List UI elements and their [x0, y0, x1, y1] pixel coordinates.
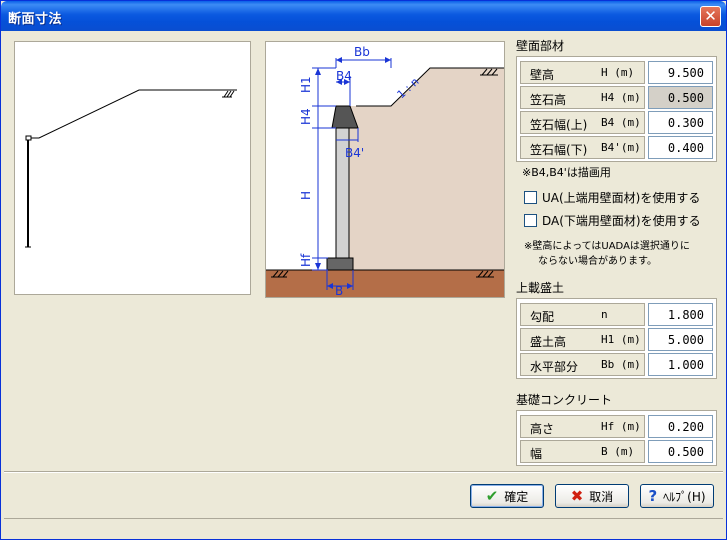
coping-width-top-field[interactable]: 0.300: [648, 111, 713, 134]
coping-width-top-label: 笠石幅(上) B4 (m): [520, 111, 645, 134]
footer-separator: [4, 471, 723, 473]
coping-width-bottom-row: 笠石幅(下) B4'(m) 0.400: [520, 135, 713, 160]
slope-row: 勾配 n 1.800: [520, 302, 713, 327]
ua-checkbox-row[interactable]: UA(上端用壁面材)を使用する: [524, 189, 700, 206]
ua-checkbox-label: UA(上端用壁面材)を使用する: [542, 191, 701, 205]
foundation-width-label: 幅 B (m): [520, 440, 645, 463]
dimension-diagram: Bb B4 1 : n H1 H4 B4' H Hf B: [266, 45, 504, 298]
dialog-window: 断面寸法 ✕ Bb B4 1: n H1 H4 B4' H Hf B 壁面部材…: [0, 0, 727, 540]
ok-button-label: 確定: [504, 489, 529, 504]
horizontal-part-label: 水平部分 Bb (m): [520, 353, 645, 376]
help-button[interactable]: ? ﾍﾙﾌﾟ(H): [640, 484, 714, 508]
fill-group: 勾配 n 1.800 盛土高 H1 (m) 5.000 水平部分 Bb (m) …: [516, 298, 717, 379]
cross-icon: ✖: [570, 487, 584, 505]
uada-note-line2: ならない場合があります。: [538, 256, 657, 267]
section-preview-panel: [14, 41, 251, 295]
coping-height-row: 笠石高 H4 (m) 0.500: [520, 85, 713, 110]
diagram-label-hf: Hf: [299, 253, 313, 267]
wall-height-field[interactable]: 9.500: [648, 61, 713, 84]
title-bar: 断面寸法 ✕: [1, 1, 726, 31]
slope-field[interactable]: 1.800: [648, 303, 713, 326]
client-area: Bb B4 1 : n H1 H4 B4' H Hf B 壁面部材 壁高 H (…: [4, 31, 723, 538]
da-checkbox-row[interactable]: DA(下端用壁面材)を使用する: [524, 212, 701, 229]
foundation-group: 高さ Hf (m) 0.200 幅 B (m) 0.500: [516, 410, 717, 466]
diagram-label-b: B: [335, 284, 343, 297]
help-button-label: ﾍﾙﾌﾟ(H): [663, 489, 706, 504]
cancel-button[interactable]: ✖ 取消: [555, 484, 629, 508]
window-title: 断面寸法: [8, 12, 63, 27]
ok-button[interactable]: ✔ 確定: [470, 484, 544, 508]
fill-height-label: 盛土高 H1 (m): [520, 328, 645, 351]
wall-section-title: 壁面部材: [516, 39, 565, 53]
question-icon: ?: [648, 487, 658, 505]
dimension-diagram-panel: Bb B4 1 : n H1 H4 B4' H Hf B: [265, 41, 505, 298]
da-checkbox-label: DA(下端用壁面材)を使用する: [542, 214, 701, 228]
check-icon: ✔: [485, 487, 499, 505]
status-bar: [4, 518, 723, 538]
foundation-height-row: 高さ Hf (m) 0.200: [520, 414, 713, 439]
coping-width-top-row: 笠石幅(上) B4 (m) 0.300: [520, 110, 713, 135]
diagram-label-b4-prime: B4': [345, 146, 364, 160]
coping-height-label: 笠石高 H4 (m): [520, 86, 645, 109]
section-preview-drawing: [25, 89, 237, 248]
uada-note-line1: ※壁高によってはUADAは選択通りに: [524, 241, 690, 252]
diagram-label-h4: H4: [299, 108, 313, 125]
fill-height-row: 盛土高 H1 (m) 5.000: [520, 327, 713, 352]
fill-section-title: 上載盛土: [516, 281, 565, 295]
slope-label: 勾配 n: [520, 303, 645, 326]
da-checkbox[interactable]: [524, 214, 537, 227]
wall-height-label: 壁高 H (m): [520, 61, 645, 84]
coping-height-field[interactable]: 0.500: [648, 86, 713, 109]
diagram-label-bb: Bb: [354, 45, 370, 59]
foundation-width-row: 幅 B (m) 0.500: [520, 439, 713, 464]
diagram-label-b4: B4: [336, 69, 352, 83]
drawing-note: ※B4,B4'は描画用: [522, 166, 611, 179]
fill-height-field[interactable]: 5.000: [648, 328, 713, 351]
diagram-label-h: H: [299, 191, 313, 200]
close-button[interactable]: ✕: [700, 6, 721, 27]
horizontal-part-row: 水平部分 Bb (m) 1.000: [520, 352, 713, 377]
foundation-height-field[interactable]: 0.200: [648, 415, 713, 438]
wall-member-group: 壁高 H (m) 9.500 笠石高 H4 (m) 0.500 笠石幅(上) B…: [516, 56, 717, 162]
foundation-width-field[interactable]: 0.500: [648, 440, 713, 463]
coping-width-bottom-field[interactable]: 0.400: [648, 136, 713, 159]
foundation-section-title: 基礎コンクリート: [516, 393, 613, 407]
diagram-label-h1: H1: [299, 76, 313, 93]
foundation-height-label: 高さ Hf (m): [520, 415, 645, 438]
cancel-button-label: 取消: [589, 489, 614, 504]
wall-height-row: 壁高 H (m) 9.500: [520, 60, 713, 85]
ua-checkbox[interactable]: [524, 191, 537, 204]
horizontal-part-field[interactable]: 1.000: [648, 353, 713, 376]
coping-width-bottom-label: 笠石幅(下) B4'(m): [520, 136, 645, 159]
